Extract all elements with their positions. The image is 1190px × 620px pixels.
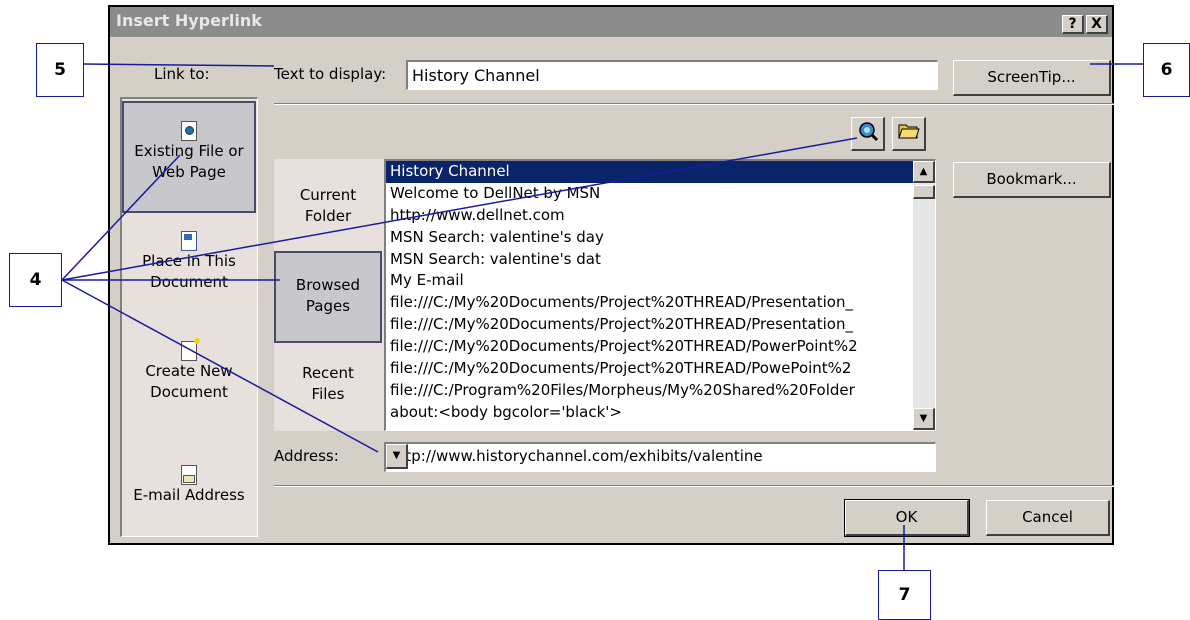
callout-7: 7 [878, 570, 931, 620]
callout-line-4a [61, 154, 181, 281]
callout-line-4d [61, 279, 379, 453]
callout-6: 6 [1143, 43, 1190, 97]
callout-4: 4 [9, 253, 62, 307]
callout-line-4b [61, 137, 858, 281]
callout-5: 5 [36, 43, 84, 97]
callout-line-5 [83, 63, 275, 67]
callout-lines [61, 63, 1143, 570]
